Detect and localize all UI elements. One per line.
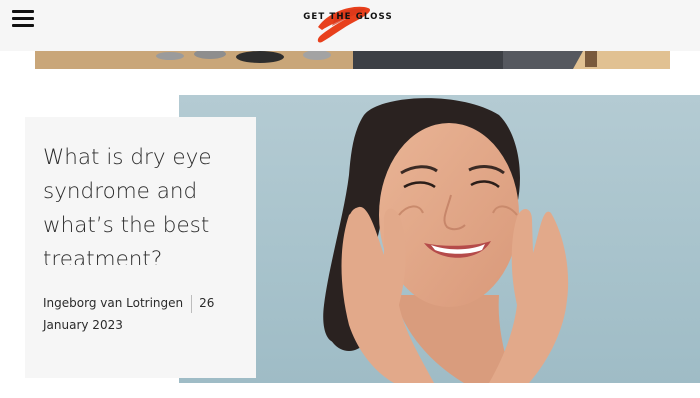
legs-illustration [353,51,597,69]
menu-bar [12,17,34,20]
article-hero-image[interactable] [179,95,700,383]
meta-divider [191,294,193,313]
woman-portrait-illustration [323,98,569,383]
menu-bar [12,24,34,27]
previous-image-left [35,51,353,69]
logo-brush-stroke [317,6,371,43]
article-title[interactable]: What is dry eye syndrome and what’s the … [43,141,233,265]
logo-text: GET THE GLOSS [303,12,393,22]
article-card[interactable]: What is dry eye syndrome and what’s the … [25,117,256,378]
previous-article-image[interactable] [35,51,670,69]
previous-image-right [353,51,670,69]
hamburger-menu-icon[interactable] [12,10,34,27]
menu-bar [12,10,34,13]
shoes-illustration [156,51,331,63]
site-logo[interactable]: GET THE GLOSS [296,0,396,48]
article-meta: Ingeborg van Lotringen 26 January 2023 [43,292,233,336]
article-author[interactable]: Ingeborg van Lotringen [43,296,183,310]
site-header: GET THE GLOSS [0,0,700,51]
